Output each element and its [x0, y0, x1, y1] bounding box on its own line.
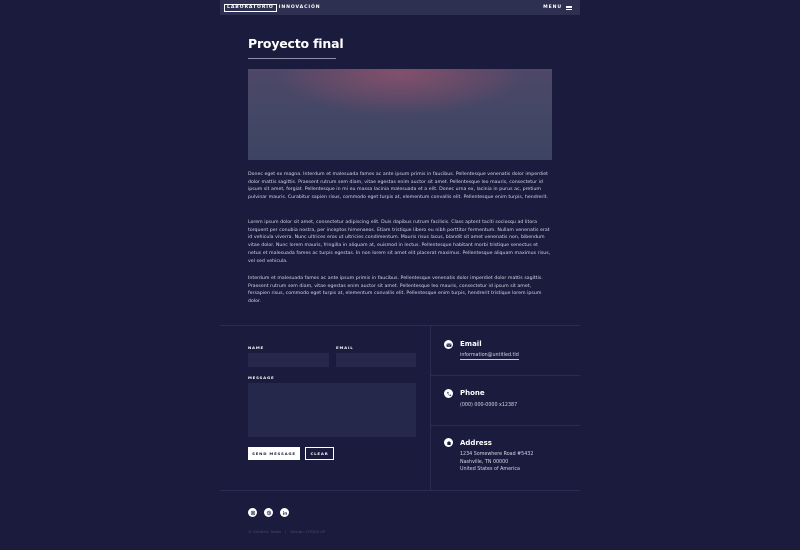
linkedin-icon[interactable] [280, 508, 289, 517]
logo-part-2: INNOVACIÓN [278, 5, 321, 10]
body-paragraph-2: Lorem ipsum dolor sit amet, consectetur … [248, 220, 551, 264]
email-link[interactable]: information@untitled.tld [460, 353, 519, 360]
phone-number: (000) 000-0000 x12387 [460, 403, 518, 408]
hero-image [248, 69, 552, 160]
email-link-wrap: information@untitled.tld [460, 352, 519, 360]
name-label: NAME [248, 345, 264, 350]
email-field[interactable] [336, 353, 416, 367]
logo-part-1: LABORATORIO [224, 3, 277, 12]
phone-heading: Phone [460, 389, 485, 397]
address-heading: Address [460, 439, 492, 447]
section-divider [220, 325, 580, 326]
body-paragraph-3: Interdum et malesuada fames ac ante ipsu… [248, 276, 543, 305]
address-block: 1234 Somewhere Road #5432 Nashville, TN … [460, 451, 533, 474]
site-logo[interactable]: LABORATORIO INNOVACIÓN [224, 3, 323, 12]
footer-copyright: © Untitled. Todos [248, 529, 282, 534]
menu-button[interactable]: MENU [543, 5, 572, 10]
clear-button[interactable]: CLEAR [305, 447, 334, 460]
footer-design-credit[interactable]: Design: HTML5 UP [290, 529, 325, 534]
contact-divider-1 [430, 375, 580, 376]
dribbble-icon[interactable] [264, 508, 273, 517]
title-underline [248, 58, 336, 59]
message-field[interactable] [248, 383, 416, 437]
body-paragraph-1: Donec eget ex magna. Interdum et malesua… [248, 172, 548, 201]
top-navbar: LABORATORIO INNOVACIÓN MENU [220, 0, 580, 15]
address-line-3: United States of America [460, 467, 520, 473]
envelope-icon [444, 340, 453, 349]
address-line-2: Nashville, TN 00000 [460, 459, 509, 465]
column-divider [430, 325, 431, 490]
send-message-button[interactable]: SEND MESSAGE [248, 447, 300, 460]
hamburger-icon [566, 5, 572, 10]
page-title: Proyecto final [248, 36, 344, 51]
contact-divider-2 [430, 425, 580, 426]
menu-label: MENU [543, 5, 562, 10]
email-heading: Email [460, 340, 482, 348]
name-field[interactable] [248, 353, 329, 367]
footer: © Untitled. Todos | Design: HTML5 UP [248, 529, 325, 534]
address-line-1: 1234 Somewhere Road #5432 [460, 452, 534, 457]
message-label: MESSAGE [248, 375, 275, 380]
home-icon [444, 438, 453, 447]
footer-separator: | [285, 529, 287, 534]
email-label: EMAIL [336, 345, 354, 350]
phone-icon [444, 389, 453, 398]
footer-divider [220, 490, 580, 491]
instagram-icon[interactable] [248, 508, 257, 517]
